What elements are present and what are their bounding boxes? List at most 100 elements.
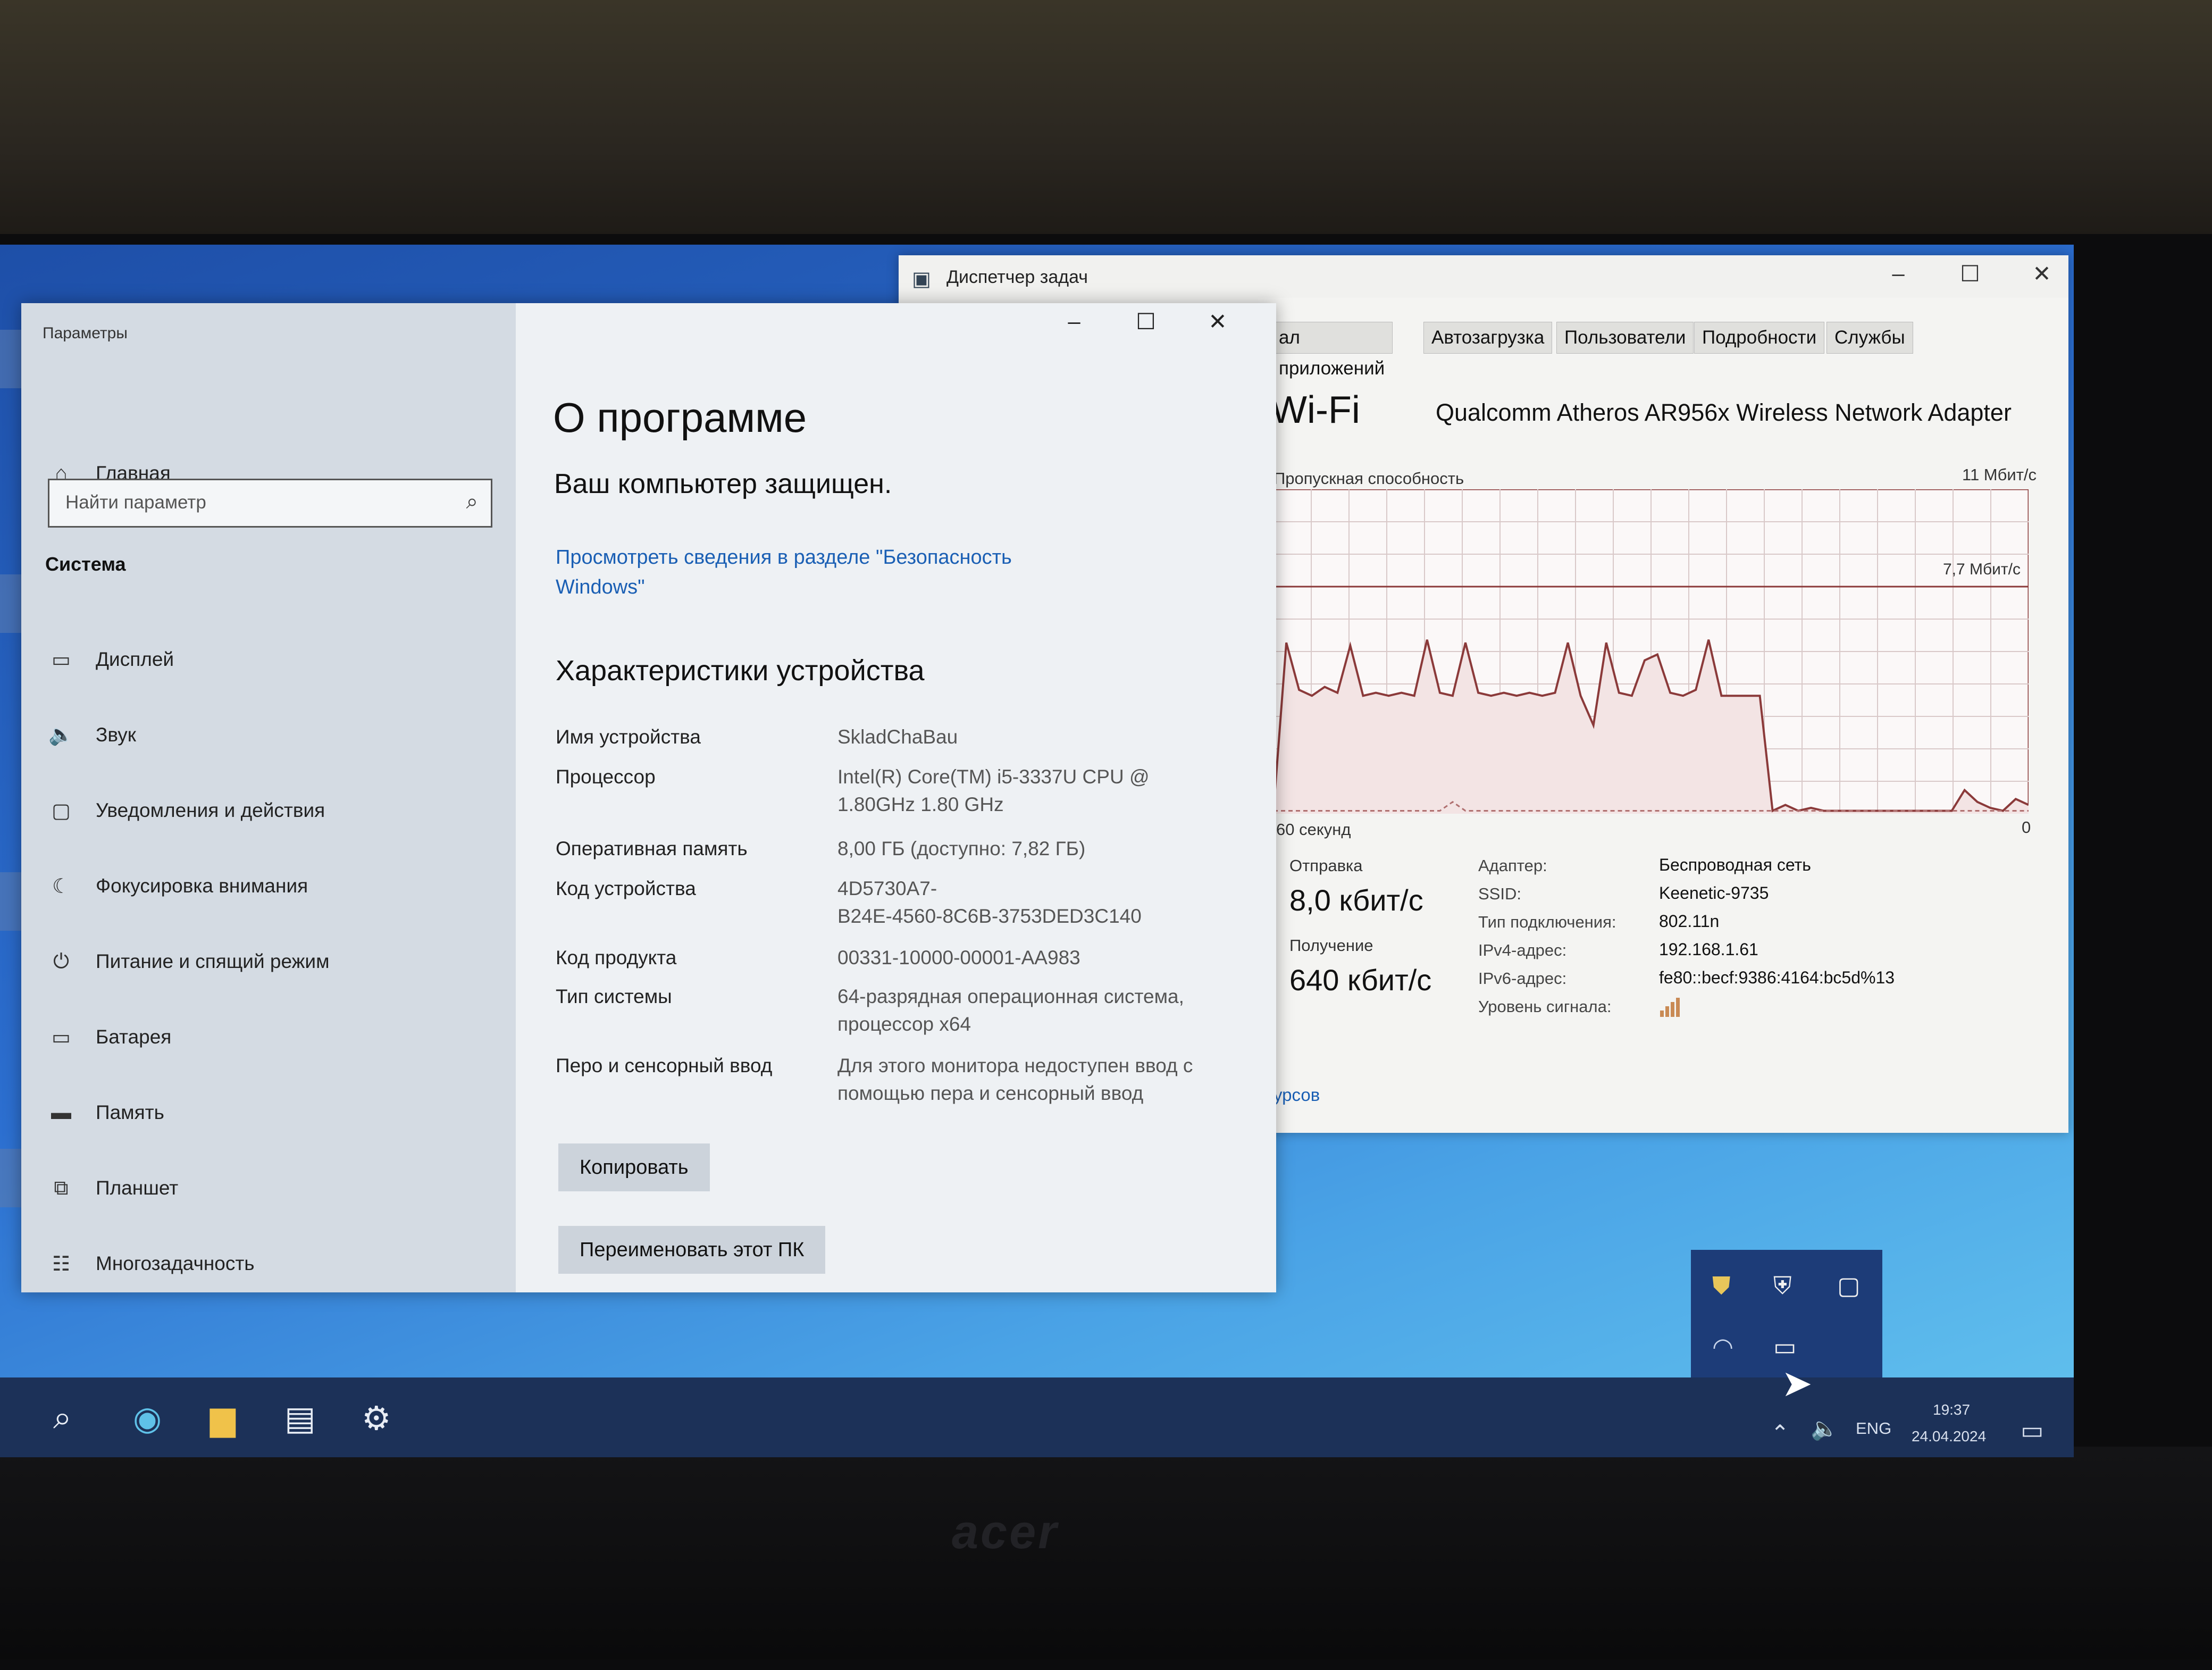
window-icon[interactable]: ▢ <box>1837 1271 1860 1300</box>
spec-value: 8,00 ГБ (доступно: 7,82 ГБ) <box>837 838 1086 859</box>
gear-icon[interactable]: ⚙ <box>362 1399 391 1438</box>
throughput-graph: 7,7 Мбит/с <box>1273 489 2029 814</box>
search-icon: ⌕ <box>466 490 478 513</box>
sidebar-item-label: Дисплей <box>96 648 174 670</box>
sidebar-item-battery[interactable]: ▭ Батарея <box>48 1021 171 1053</box>
copy-button[interactable]: Копировать <box>558 1143 710 1191</box>
battery-icon[interactable]: ▭ <box>1773 1332 1796 1361</box>
tab-startup[interactable]: Автозагрузка <box>1423 322 1553 354</box>
detail-key-ipv4: IPv4-адрес: <box>1478 941 1567 959</box>
sidebar-item-label: Питание и спящий режим <box>96 950 330 972</box>
chevron-up-icon[interactable]: ⌃ <box>1771 1420 1789 1446</box>
detail-key-connection-type: Тип подключения: <box>1478 913 1616 931</box>
minimize-icon[interactable]: – <box>1053 308 1095 334</box>
search-placeholder: Найти параметр <box>65 492 206 513</box>
tablet-icon: ⧉ <box>54 1176 69 1199</box>
multitasking-icon: ☷ <box>52 1252 71 1275</box>
detail-key-ipv6: IPv6-адрес: <box>1478 969 1567 988</box>
tab-users[interactable]: Пользователи <box>1556 322 1694 354</box>
throughput-label: Пропускная способность <box>1273 469 1464 488</box>
settings-window-title: Параметры <box>43 324 128 342</box>
detail-value-ssid: Keenetic-9735 <box>1659 883 1769 903</box>
speaker-icon: 🔈 <box>48 724 74 746</box>
desktop-icon[interactable] <box>0 872 21 931</box>
maximize-icon[interactable]: ☐ <box>1125 308 1167 335</box>
graph-max-label: 11 Мбит/с <box>1962 465 2037 484</box>
detail-key-ssid: SSID: <box>1478 884 1521 903</box>
device-specs-heading: Характеристики устройства <box>556 655 925 687</box>
mouse-cursor-icon: ➤ <box>1781 1363 1813 1404</box>
sidebar-item-focus[interactable]: ☾ Фокусировка внимания <box>48 870 308 902</box>
sidebar-item-notifications[interactable]: ▢ Уведомления и действия <box>48 795 325 826</box>
settings-window: Параметры ⌂ Главная Найти параметр ⌕ Сис… <box>21 303 1276 1292</box>
spec-label: Код устройства <box>556 878 696 899</box>
desktop-icon[interactable] <box>0 574 21 633</box>
volume-icon[interactable]: 🔈 <box>1811 1416 1838 1442</box>
language-indicator[interactable]: ENG <box>1856 1419 1891 1438</box>
shield-icon[interactable]: ⛊ <box>1712 1271 1731 1301</box>
search-input[interactable]: Найти параметр ⌕ <box>48 479 492 528</box>
protection-status: Ваш компьютер защищен. <box>554 469 892 499</box>
detail-key-signal: Уровень сигнала: <box>1478 997 1612 1016</box>
search-icon[interactable]: ⌕ <box>53 1399 72 1437</box>
task-manager-icon[interactable]: ▤ <box>284 1399 316 1438</box>
sidebar-item-sound[interactable]: 🔈 Звук <box>48 719 136 751</box>
sidebar-item-label: Многозадачность <box>96 1252 255 1274</box>
security-link[interactable]: Просмотреть сведения в разделе "Безопасн… <box>556 542 1087 602</box>
moon-icon: ☾ <box>52 875 71 898</box>
sidebar-item-multitasking[interactable]: ☷ Многозадачность <box>48 1248 255 1280</box>
notification-icon: ▢ <box>52 799 71 822</box>
settings-sidebar: Параметры ⌂ Главная Найти параметр ⌕ Сис… <box>21 303 516 1292</box>
page-title: О программе <box>553 394 807 441</box>
laptop-brand-logo: acer <box>952 1506 1059 1559</box>
settings-content: – ☐ ✕ О программе Ваш компьютер защищен.… <box>516 303 1276 1292</box>
desktop-icon[interactable] <box>0 1149 21 1207</box>
maximize-icon[interactable]: ☐ <box>1949 261 1991 287</box>
clock-date[interactable]: 24.04.2024 <box>1912 1428 1986 1445</box>
receive-value: 640 кбит/с <box>1289 963 1432 997</box>
sidebar-item-display[interactable]: ▭ Дисплей <box>48 644 174 675</box>
tab-app-history[interactable]: ал приложений <box>1271 322 1393 379</box>
room-background <box>0 0 2212 250</box>
action-center-icon[interactable]: ▭ <box>2021 1416 2043 1444</box>
tab-services[interactable]: Службы <box>1826 322 1913 354</box>
tab-details[interactable]: Подробности <box>1694 322 1825 354</box>
spec-label: Код продукта <box>556 947 677 968</box>
spec-value: 64-разрядная операционная система, процес… <box>837 986 1184 1035</box>
resource-monitor-link[interactable]: урсов <box>1273 1085 1320 1105</box>
send-label: Отправка <box>1289 856 1363 875</box>
minimize-icon[interactable]: – <box>1877 261 1920 286</box>
desktop-icon[interactable] <box>0 330 21 388</box>
security-icon[interactable]: ⛨ <box>1773 1271 1792 1301</box>
close-icon[interactable]: ✕ <box>2021 261 2063 287</box>
sidebar-item-tablet[interactable]: ⧉ Планшет <box>48 1172 178 1204</box>
spec-value: Для этого монитора недоступен ввод с помо… <box>837 1055 1193 1104</box>
screen: ▣ Диспетчер задач – ☐ ✕ ал приложений Ав… <box>0 245 2074 1457</box>
laptop-bezel-bottom <box>0 1447 2212 1659</box>
sidebar-item-storage[interactable]: ▬ Память <box>48 1097 164 1129</box>
spec-label: Перо и сенсорный ввод <box>556 1055 773 1076</box>
spec-label: Тип системы <box>556 986 672 1007</box>
rename-pc-button[interactable]: Переименовать этот ПК <box>558 1226 826 1274</box>
graph-mid-label: 7,7 Мбит/с <box>1943 561 2021 578</box>
receive-label: Получение <box>1289 936 1373 955</box>
battery-icon: ▭ <box>52 1026 71 1049</box>
wifi-icon[interactable]: ◠ <box>1712 1332 1733 1361</box>
edge-icon[interactable]: ◉ <box>133 1399 162 1438</box>
sidebar-item-label: Планшет <box>96 1177 179 1199</box>
clock-time[interactable]: 19:37 <box>1933 1401 1970 1418</box>
sidebar-item-power[interactable]: ⏻ Питание и спящий режим <box>48 946 330 978</box>
send-value: 8,0 кбит/с <box>1289 883 1423 917</box>
sidebar-item-label: Уведомления и действия <box>96 799 325 821</box>
close-icon[interactable]: ✕ <box>1196 308 1239 335</box>
detail-value-connection-type: 802.11n <box>1659 912 1720 931</box>
graph-zero-label: 0 <box>2022 818 2031 837</box>
spec-value: 4D5730A7- B24E-4560-8C6B-3753DED3C140 <box>837 878 1142 927</box>
folder-icon[interactable]: ▆ <box>210 1399 236 1438</box>
detail-value-ipv4: 192.168.1.61 <box>1659 940 1758 959</box>
spec-value: Intel(R) Core(TM) i5-3337U CPU @1.80GHz … <box>837 766 1150 815</box>
spec-label: Имя устройства <box>556 726 701 748</box>
task-manager-titlebar[interactable]: ▣ Диспетчер задач – ☐ ✕ <box>899 255 2068 298</box>
sidebar-item-label: Память <box>96 1101 164 1123</box>
power-icon: ⏻ <box>53 950 70 973</box>
